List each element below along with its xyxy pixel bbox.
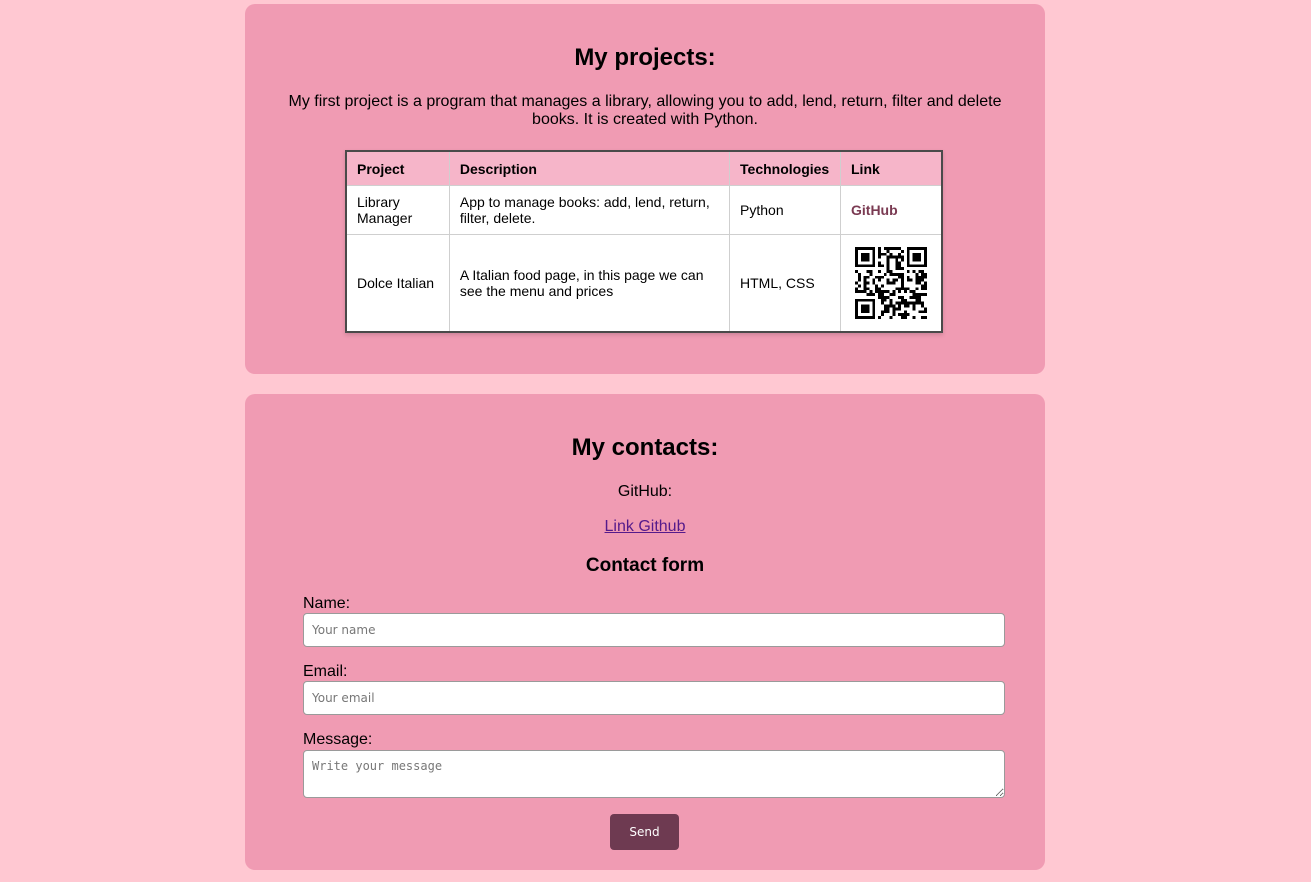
header-description: Description bbox=[448, 151, 731, 186]
github-label: GitHub: bbox=[617, 483, 673, 500]
github-link-wrapper: Link Github bbox=[245, 518, 1045, 536]
github-link[interactable]: Link Github bbox=[605, 518, 686, 535]
cell-description: App to manage books: add, lend, return, … bbox=[448, 185, 731, 235]
projects-section: My projects: My first project is a progr… bbox=[245, 4, 1045, 374]
send-button[interactable]: Send bbox=[610, 814, 679, 850]
table-row: Library Manager App to manage books: add… bbox=[345, 185, 943, 235]
projects-title: My projects: bbox=[574, 44, 716, 71]
table-row: Dolce Italian A Italian food page, in th… bbox=[345, 234, 943, 333]
email-input[interactable] bbox=[303, 681, 1005, 715]
name-input[interactable] bbox=[303, 613, 1005, 647]
message-label: Message: bbox=[303, 731, 373, 748]
contacts-section: My contacts: GitHub: Link Github Contact… bbox=[245, 394, 1045, 870]
github-project-link[interactable]: GitHub bbox=[851, 202, 898, 218]
cell-technologies: Python bbox=[729, 185, 841, 235]
header-link: Link bbox=[840, 151, 943, 186]
message-textarea[interactable] bbox=[303, 750, 1005, 798]
projects-table: Project Description Technologies Link Li… bbox=[345, 150, 943, 333]
cell-project: Dolce Italian bbox=[345, 234, 450, 333]
email-label: Email: bbox=[303, 663, 348, 680]
header-technologies: Technologies bbox=[729, 151, 841, 186]
cell-project: Library Manager bbox=[345, 185, 450, 235]
cell-technologies: HTML, CSS bbox=[729, 234, 841, 333]
cell-description: A Italian food page, in this page we can… bbox=[448, 234, 731, 333]
header-project: Project bbox=[345, 151, 450, 186]
qr-code-icon[interactable] bbox=[855, 247, 927, 319]
cell-link bbox=[840, 234, 943, 333]
name-label: Name: bbox=[303, 595, 351, 612]
cell-link: GitHub bbox=[840, 185, 943, 235]
contacts-title: My contacts: bbox=[571, 434, 719, 461]
contact-form-title: Contact form bbox=[585, 555, 705, 576]
table-header-row: Project Description Technologies Link bbox=[345, 151, 943, 186]
projects-intro: My first project is a program that manag… bbox=[288, 93, 1002, 128]
